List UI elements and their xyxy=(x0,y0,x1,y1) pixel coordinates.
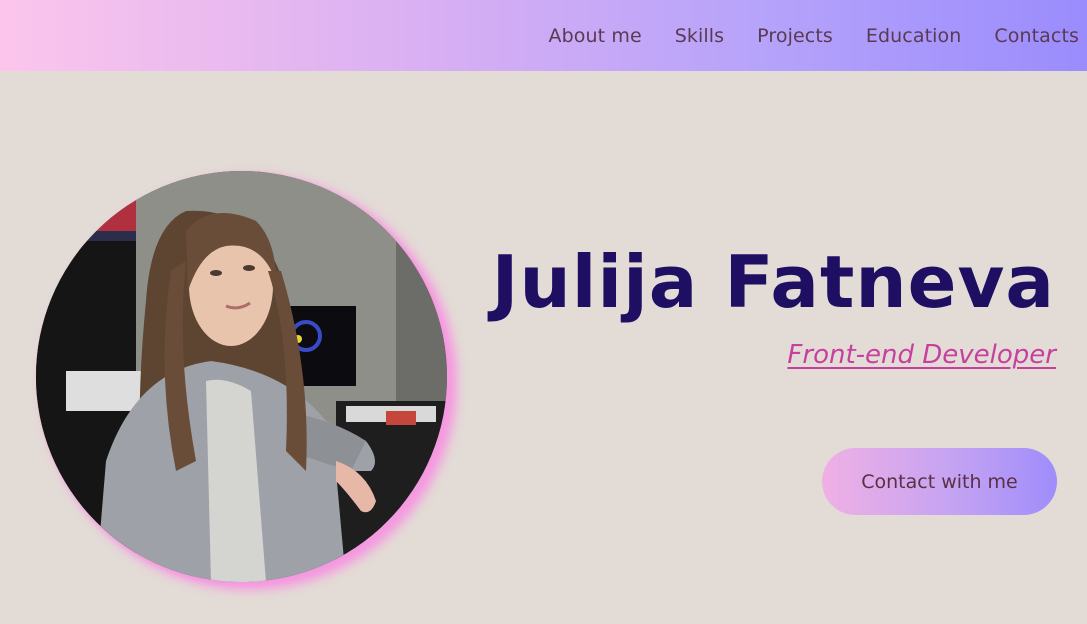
nav-link-about[interactable]: About me xyxy=(549,25,642,47)
contact-with-me-button[interactable]: Contact with me xyxy=(822,448,1057,515)
nav-link-skills[interactable]: Skills xyxy=(675,25,724,47)
hero-role-link[interactable]: Front-end Developer xyxy=(787,340,1056,370)
profile-photo-illustration xyxy=(36,171,447,582)
nav-link-projects[interactable]: Projects xyxy=(757,25,833,47)
hero-name: Julija Fatneva xyxy=(491,240,1055,324)
main-nav: About me Skills Projects Education Conta… xyxy=(516,0,1079,71)
top-nav-bar: About me Skills Projects Education Conta… xyxy=(0,0,1087,71)
profile-photo xyxy=(36,171,447,582)
nav-link-contacts[interactable]: Contacts xyxy=(994,25,1079,47)
nav-link-education[interactable]: Education xyxy=(866,25,962,47)
